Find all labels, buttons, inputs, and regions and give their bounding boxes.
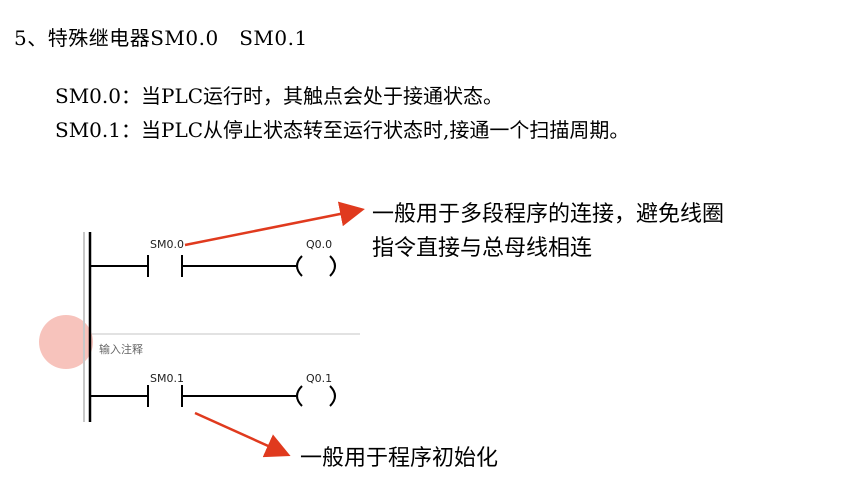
contact-label-sm00: SM0.0 — [150, 238, 184, 251]
arrow-to-note1 — [184, 201, 365, 247]
coil-label-q00: Q0.0 — [306, 238, 333, 251]
coil-label-q01: Q0.1 — [306, 372, 333, 385]
note-1-line-1: 一般用于多段程序的连接，避免线圈 — [372, 202, 725, 227]
rung-1 — [90, 255, 336, 277]
note-2: 一般用于程序初始化 — [300, 446, 499, 471]
rung-2 — [90, 385, 336, 407]
note-1-line-2: 指令直接与总母线相连 — [372, 236, 593, 261]
comment-placeholder[interactable]: 输入注释 — [99, 341, 143, 357]
arrow-to-note2 — [194, 411, 291, 458]
coil-q01 — [296, 385, 303, 407]
contact-label-sm01: SM0.1 — [150, 372, 184, 385]
coil-q00 — [296, 255, 303, 277]
